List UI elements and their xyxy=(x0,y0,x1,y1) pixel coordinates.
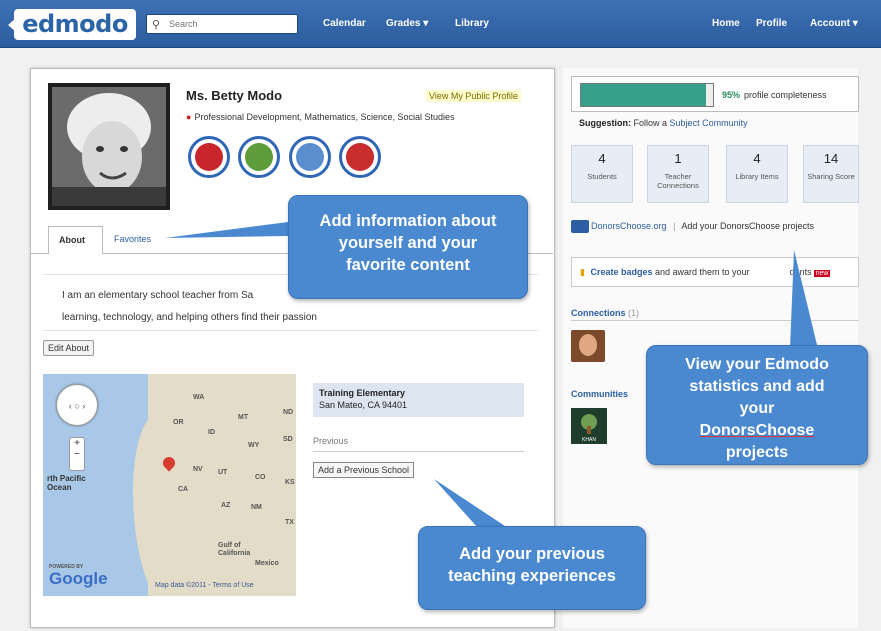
callout-line: teaching experiences xyxy=(448,567,616,585)
callout-line: View your Edmodo xyxy=(685,356,829,373)
callout-line: yourself and your xyxy=(338,234,478,252)
callout-line: statistics and add xyxy=(689,378,825,395)
callout-line: Add your previous xyxy=(459,545,605,563)
callout-line: projects xyxy=(725,444,789,461)
callout-line: favorite content xyxy=(346,256,470,274)
arrow-previous xyxy=(434,479,508,528)
callout-line: your DonorsChoose xyxy=(699,400,815,439)
callout-previous-experience: Add your previous teaching experiences xyxy=(418,526,646,610)
arrow-stats xyxy=(790,250,818,349)
callout-view-statistics: View your Edmodo statistics and add your… xyxy=(646,345,868,465)
callout-add-information: Add information about yourself and your … xyxy=(288,195,528,299)
callout-line: Add information about xyxy=(319,212,497,230)
arrow-info xyxy=(165,222,288,238)
